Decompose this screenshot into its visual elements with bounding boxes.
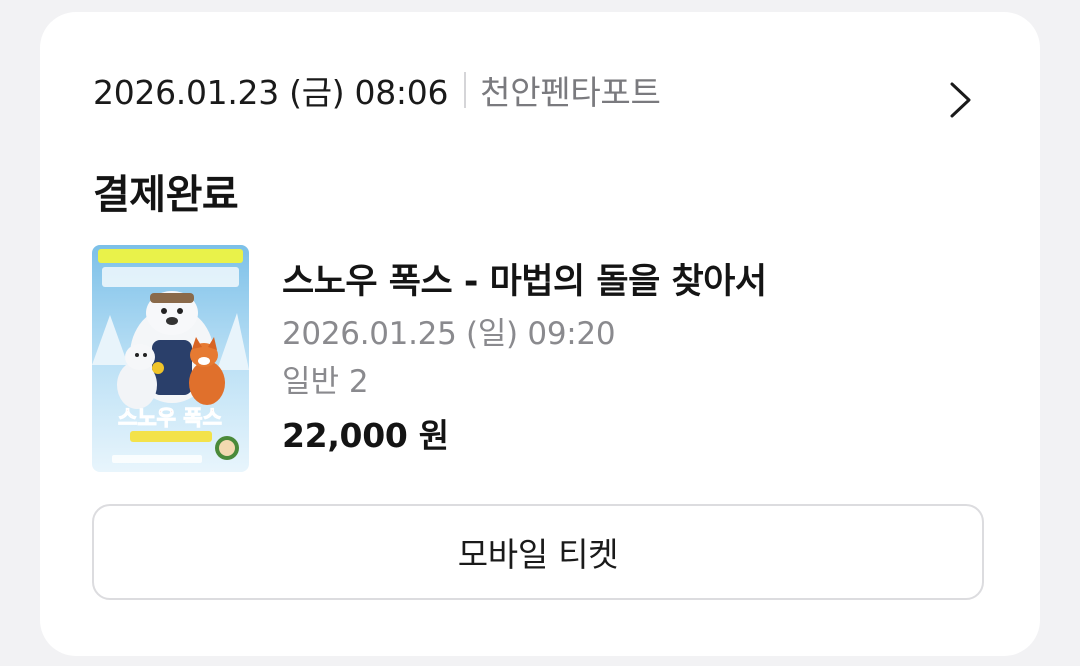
price: 22,000 원	[282, 416, 449, 455]
mobile-ticket-button[interactable]: 모바일 티켓	[92, 504, 984, 600]
chevron-right-icon[interactable]	[945, 80, 975, 120]
movie-title: 스노우 폭스 - 마법의 돌을 찾아서	[282, 262, 767, 302]
payment-status-title: 결제완료	[93, 172, 239, 218]
booking-header: 2026.01.23 (금) 08:06 천안펜타포트	[93, 68, 661, 112]
movie-poster-image: 스노우 폭스	[92, 245, 249, 472]
booking-datetime: 2026.01.23 (금) 08:06	[93, 73, 449, 112]
booking-card: 2026.01.23 (금) 08:06 천안펜타포트 결제완료 스노우 폭스 …	[40, 12, 1040, 656]
movie-info: 스노우 폭스 - 마법의 돌을 찾아서 2026.01.25 (일) 09:20…	[282, 260, 767, 458]
movie-poster[interactable]: 스노우 폭스	[92, 245, 249, 472]
poster-title-text: 스노우 폭스	[118, 406, 222, 430]
header-divider	[464, 72, 467, 108]
theater-name: 천안펜타포트	[480, 73, 661, 112]
showtime: 2026.01.25 (일) 09:20	[282, 316, 616, 352]
ticket-type: 일반 2	[282, 364, 369, 400]
